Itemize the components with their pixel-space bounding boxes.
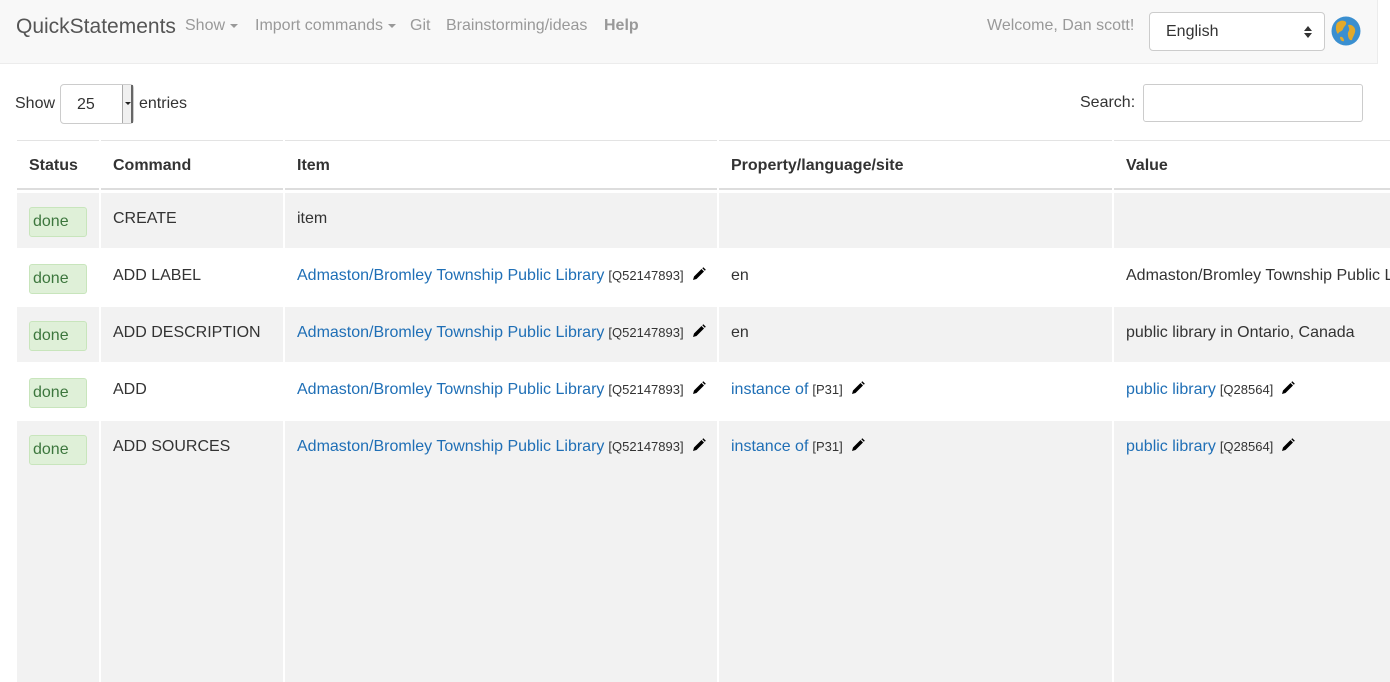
status-badge: done	[29, 378, 87, 408]
command-cell: ADD	[101, 364, 283, 419]
value-id: [Q28564]	[1219, 382, 1274, 397]
language-select[interactable]: English	[1149, 12, 1325, 51]
value-link[interactable]: public library	[1126, 381, 1216, 398]
pencil-icon[interactable]	[692, 324, 706, 338]
item-cell: Admaston/Bromley Township Public Library…	[285, 307, 717, 362]
column-header-item[interactable]: Item	[285, 140, 717, 190]
entries-label: entries	[139, 95, 188, 112]
value-cell: public library [Q28564]	[1114, 421, 1390, 682]
nav-brainstorming-link[interactable]: Brainstorming/ideas	[446, 17, 587, 35]
pencil-icon[interactable]	[692, 438, 706, 452]
item-link[interactable]: Admaston/Bromley Township Public Library	[297, 267, 604, 284]
pencil-icon[interactable]	[851, 381, 865, 395]
entries-per-page-select[interactable]: 25	[60, 84, 134, 124]
table-row-status: done	[17, 421, 99, 682]
pencil-icon[interactable]	[692, 267, 706, 281]
item-id: [Q52147893]	[608, 439, 684, 454]
value-cell: Admaston/Bromley Township Public Library	[1114, 250, 1390, 305]
nav-show-label: Show	[185, 17, 226, 34]
column-header-command[interactable]: Command	[101, 140, 283, 190]
globe-icon[interactable]	[1331, 16, 1361, 46]
brand-link[interactable]: QuickStatements	[16, 15, 176, 39]
caret-down-icon	[388, 23, 397, 28]
pencil-icon[interactable]	[692, 381, 706, 395]
caret-down-icon	[125, 102, 131, 105]
property-cell: en	[719, 307, 1112, 362]
table-row-status: done	[17, 250, 99, 305]
column-header-property[interactable]: Property/language/site	[719, 140, 1112, 190]
table-row-status: done	[17, 307, 99, 362]
search-input[interactable]	[1143, 84, 1363, 122]
status-badge: done	[29, 321, 87, 351]
nav-import-commands-dropdown[interactable]: Import commands	[255, 17, 397, 35]
table-row-status: done	[17, 364, 99, 419]
property-link[interactable]: instance of	[731, 381, 808, 398]
item-cell: Admaston/Bromley Township Public Library…	[285, 421, 717, 682]
welcome-message[interactable]: Welcome, Dan scott!	[987, 17, 1134, 35]
command-cell: CREATE	[101, 193, 283, 248]
item-id: [Q52147893]	[608, 325, 684, 340]
property-cell: en	[719, 250, 1112, 305]
item-link[interactable]: Admaston/Bromley Township Public Library	[297, 438, 604, 455]
navbar: QuickStatements Show Import commands Git…	[0, 0, 1378, 64]
item-id: [Q52147893]	[608, 382, 684, 397]
property-cell: instance of [P31]	[719, 421, 1112, 682]
status-badge: done	[29, 264, 87, 294]
value-id: [Q28564]	[1219, 439, 1274, 454]
command-cell: ADD SOURCES	[101, 421, 283, 682]
search-label: Search:	[1080, 94, 1136, 111]
entries-select-value: 25	[77, 96, 95, 113]
item-id: [Q52147893]	[608, 268, 684, 283]
nav-git-link[interactable]: Git	[410, 17, 430, 35]
property-link[interactable]: instance of	[731, 438, 808, 455]
item-cell: Admaston/Bromley Township Public Library…	[285, 364, 717, 419]
select-arrows-icon	[1304, 26, 1312, 38]
nav-import-label: Import commands	[255, 17, 384, 34]
property-cell: instance of [P31]	[719, 364, 1112, 419]
column-header-status[interactable]: Status	[17, 140, 99, 190]
property-id: [P31]	[812, 439, 843, 454]
value-cell	[1114, 193, 1390, 248]
show-label: Show	[15, 95, 56, 112]
item-cell: Admaston/Bromley Township Public Library…	[285, 250, 717, 305]
property-cell	[719, 193, 1112, 248]
status-badge: done	[29, 207, 87, 237]
table-row-status: done	[17, 193, 99, 248]
select-dropdown-button[interactable]	[122, 85, 133, 123]
caret-down-icon	[230, 23, 239, 28]
nav-show-dropdown[interactable]: Show	[185, 17, 239, 35]
item-cell: item	[285, 193, 717, 248]
item-link[interactable]: Admaston/Bromley Township Public Library	[297, 324, 604, 341]
column-header-value[interactable]: Value	[1114, 140, 1390, 190]
nav-help-link[interactable]: Help	[604, 17, 639, 35]
status-badge: done	[29, 435, 87, 465]
item-link[interactable]: Admaston/Bromley Township Public Library	[297, 381, 604, 398]
command-cell: ADD DESCRIPTION	[101, 307, 283, 362]
pencil-icon[interactable]	[851, 438, 865, 452]
pencil-icon[interactable]	[1281, 438, 1296, 452]
property-id: [P31]	[812, 382, 843, 397]
pencil-icon[interactable]	[1281, 381, 1296, 395]
value-cell: public library in Ontario, Canada	[1114, 307, 1390, 362]
value-link[interactable]: public library	[1126, 438, 1216, 455]
value-cell: public library [Q28564]	[1114, 364, 1390, 419]
command-cell: ADD LABEL	[101, 250, 283, 305]
language-select-value: English	[1166, 23, 1219, 40]
